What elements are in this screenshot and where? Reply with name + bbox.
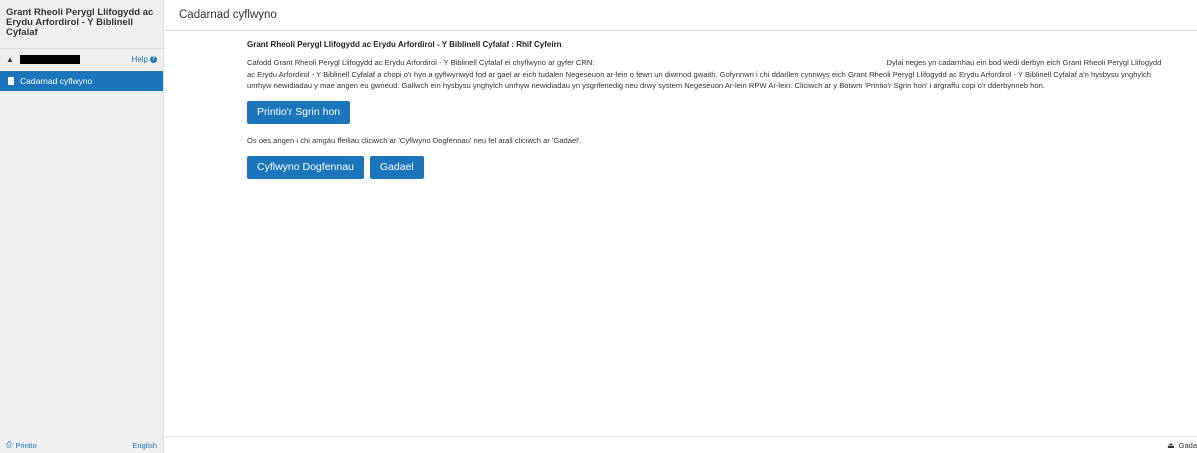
printer-icon: ⎙ <box>6 440 13 449</box>
help-link[interactable]: Help ? <box>132 55 157 64</box>
document-icon <box>8 77 14 85</box>
print-screen-button[interactable]: Printio'r Sgrin hon <box>247 100 351 124</box>
footer-exit-link[interactable]: ⏏ Gada <box>1167 441 1197 450</box>
user-info: ▲ <box>6 54 80 64</box>
content: Grant Rheoli Perygl Llifogydd ac Erydu A… <box>247 40 1167 179</box>
confirmation-text: Cafodd Grant Rheoli Perygl Llifogydd ac … <box>247 57 1167 92</box>
page-title: Cadarnad cyflwyno <box>164 0 1197 31</box>
question-circle-icon: ? <box>150 55 157 63</box>
print-link[interactable]: ⎙ Printio <box>6 440 37 450</box>
main-footer: ⏏ Gada <box>164 436 1197 453</box>
main-panel: Cadarnad cyflwyno Grant Rheoli Perygl Ll… <box>164 0 1197 453</box>
eject-icon: ⏏ <box>1167 440 1175 450</box>
footer-exit-label: Gada <box>1178 440 1197 450</box>
action-buttons: Cyflwyno Dogfennau Gadael <box>247 155 1167 179</box>
submit-documents-button[interactable]: Cyflwyno Dogfennau <box>247 155 364 179</box>
help-label: Help <box>131 54 148 64</box>
sidebar-footer: ⎙ Printio English <box>0 437 163 453</box>
redacted-username <box>19 54 80 64</box>
confirmation-text-a: Cafodd Grant Rheoli Perygl Llifogydd ac … <box>247 58 595 67</box>
exit-button[interactable]: Gadael <box>369 155 424 179</box>
documents-instruction: Os oes angen i chi amgáu ffeiliau cliciw… <box>247 135 582 145</box>
sidebar: Grant Rheoli Perygl Llifogydd ac Erydu A… <box>0 0 164 453</box>
nav-item-cadarnad-cyflwyno[interactable]: Cadarnad cyflwyno <box>0 71 163 91</box>
language-toggle[interactable]: English <box>132 441 157 450</box>
confirmation-heading: Grant Rheoli Perygl Llifogydd ac Erydu A… <box>247 40 562 49</box>
app-title: Grant Rheoli Perygl Llifogydd ac Erydu A… <box>6 7 154 38</box>
print-label: Printio <box>15 440 37 450</box>
nav-item-label: Cadarnad cyflwyno <box>20 76 93 86</box>
user-icon: ▲ <box>6 54 14 64</box>
user-row: ▲ Help ? <box>0 48 163 66</box>
